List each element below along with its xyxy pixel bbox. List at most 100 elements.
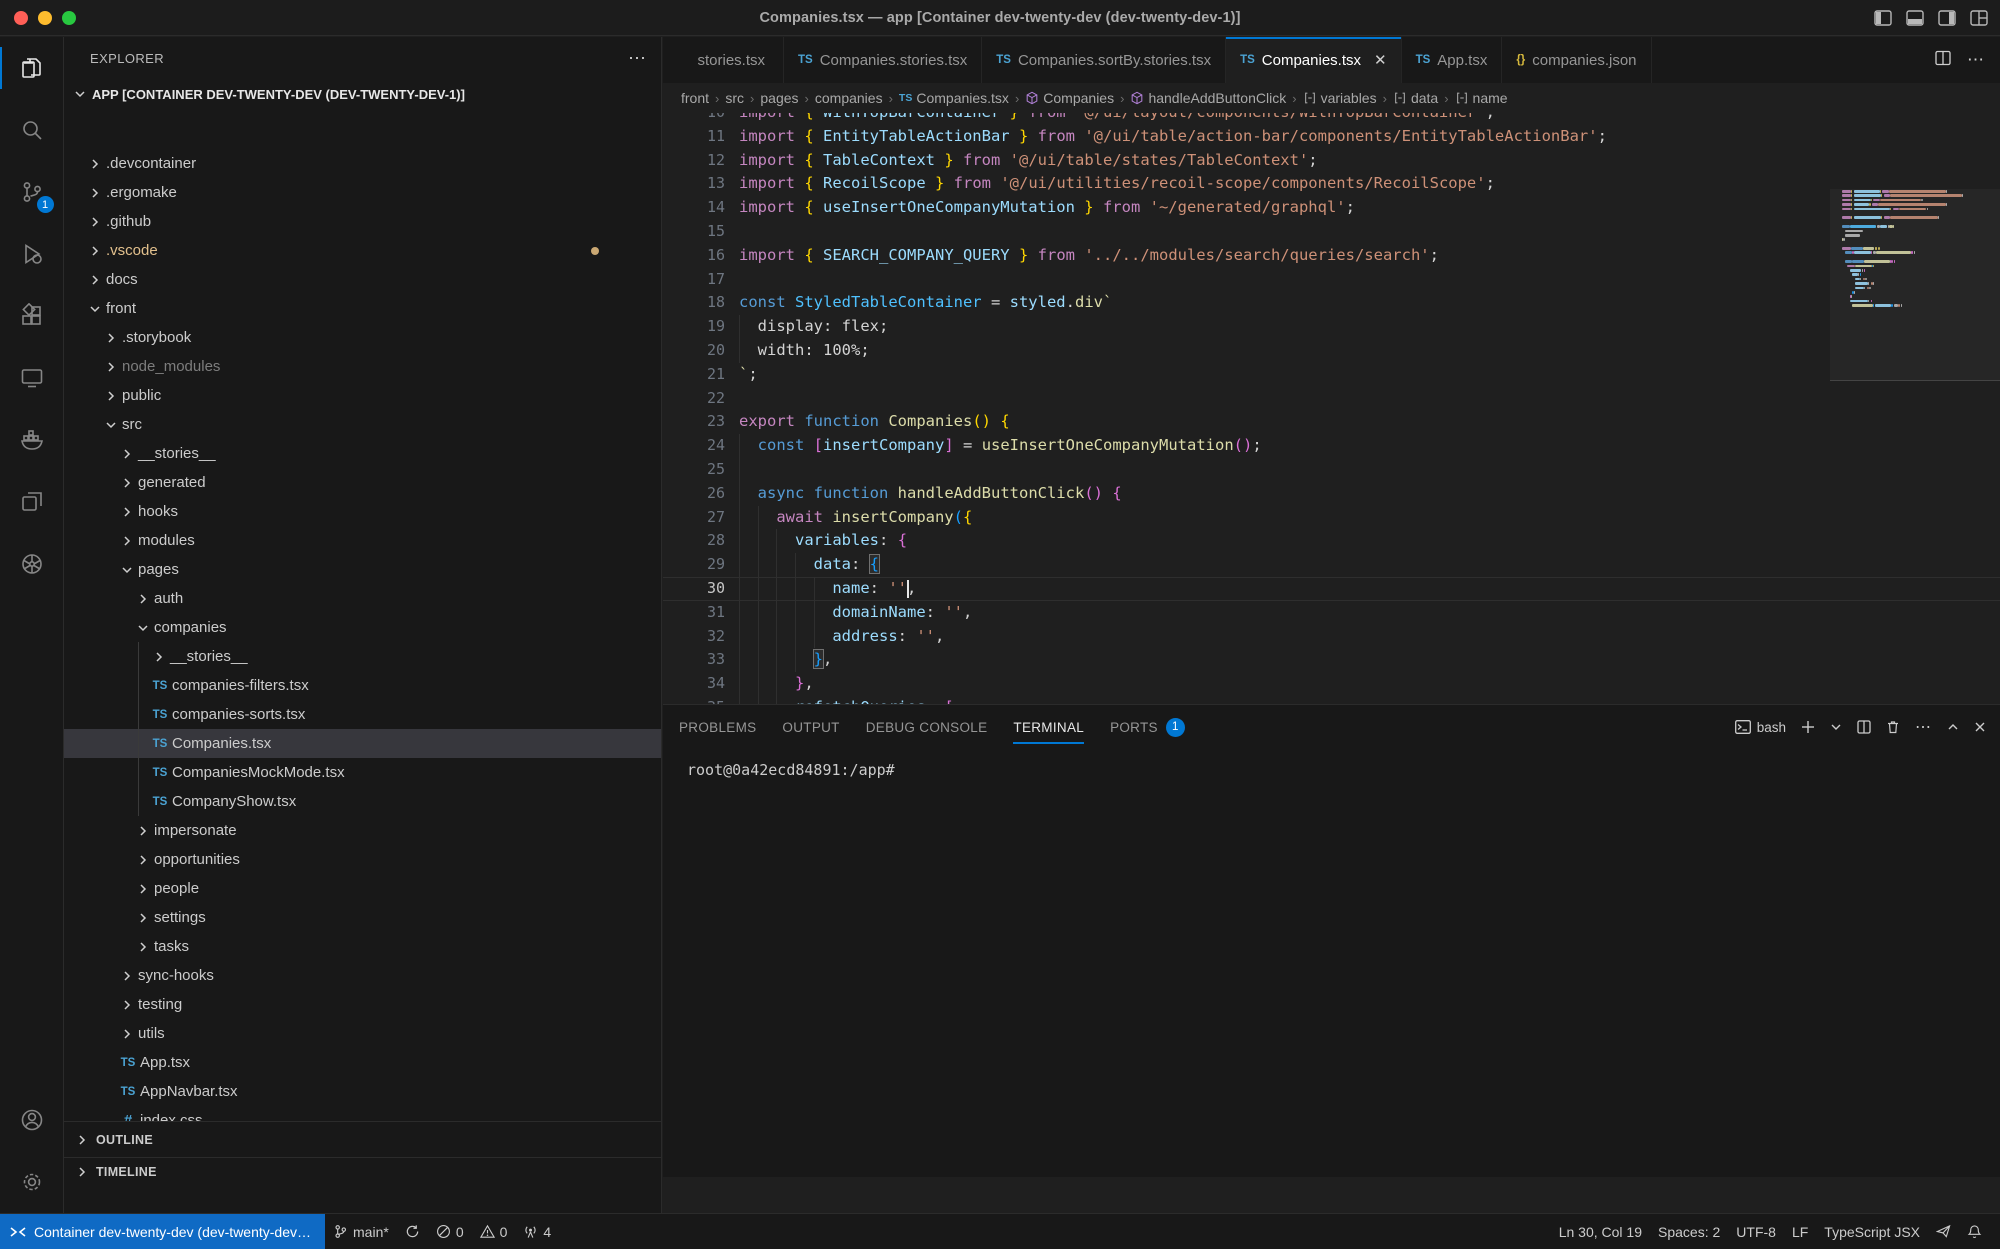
panel-tab-debug-console[interactable]: DEBUG CONSOLE — [866, 705, 988, 749]
tree-item-.ergomake[interactable]: .ergomake — [64, 178, 661, 207]
tree-item-index.css[interactable]: #index.css — [64, 1106, 661, 1121]
sidebar-section-timeline[interactable]: TIMELINE — [64, 1157, 661, 1185]
line-number[interactable]: 15 — [663, 220, 725, 244]
accounts-icon[interactable] — [0, 1089, 64, 1151]
split-editor-icon[interactable] — [1935, 50, 1951, 71]
line-number[interactable]: 33 — [663, 648, 725, 672]
status-git-sync[interactable] — [397, 1214, 428, 1249]
code-line-25[interactable]: 25 — [663, 458, 2000, 482]
code-line-23[interactable]: 23export function Companies() { — [663, 410, 2000, 434]
line-number[interactable]: 14 — [663, 196, 725, 220]
line-number[interactable]: 25 — [663, 458, 725, 482]
tree-item--stories-[interactable]: __stories__ — [64, 439, 661, 468]
code-line-10[interactable]: 10import { WithTopBarContainer } from '@… — [663, 113, 2000, 125]
tree-item-companies-filters.tsx[interactable]: TScompanies-filters.tsx — [64, 671, 661, 700]
tab-companies.stories.tsx[interactable]: TSCompanies.stories.tsx — [784, 37, 982, 83]
tree-item-public[interactable]: public — [64, 381, 661, 410]
tree-item-appnavbar.tsx[interactable]: TSAppNavbar.tsx — [64, 1077, 661, 1106]
code-line-12[interactable]: 12import { TableContext } from '@/ui/tab… — [663, 149, 2000, 173]
breadcrumb-item-data[interactable]: data — [1393, 90, 1438, 106]
kubernetes-icon[interactable] — [0, 533, 64, 595]
close-panel-icon[interactable] — [1974, 721, 1986, 733]
tree-item-companies.tsx[interactable]: TSCompanies.tsx — [64, 729, 661, 758]
minimap-slider[interactable] — [1830, 189, 2000, 381]
dev-containers-icon[interactable] — [0, 471, 64, 533]
toggle-panel-icon[interactable] — [1906, 10, 1924, 26]
tab-companies.json[interactable]: {}companies.json — [1502, 37, 1651, 83]
code-line-29[interactable]: 29 data: { — [663, 553, 2000, 577]
panel-more-actions-icon[interactable]: ⋯ — [1915, 717, 1932, 737]
line-number[interactable]: 27 — [663, 506, 725, 530]
tree-item-opportunities[interactable]: opportunities — [64, 845, 661, 874]
tree-item-impersonate[interactable]: impersonate — [64, 816, 661, 845]
workspace-section-header[interactable]: APP [CONTAINER DEV-TWENTY-DEV (DEV-TWENT… — [64, 79, 661, 109]
extensions-icon[interactable] — [0, 285, 64, 347]
line-number[interactable]: 18 — [663, 291, 725, 315]
tree-item-testing[interactable]: testing — [64, 990, 661, 1019]
zoom-window-button[interactable] — [62, 11, 76, 25]
terminal-dropdown-icon[interactable] — [1830, 721, 1842, 733]
code-line-20[interactable]: 20 width: 100%; — [663, 339, 2000, 363]
line-number[interactable]: 13 — [663, 172, 725, 196]
explorer-icon[interactable] — [0, 37, 64, 99]
line-number[interactable]: 10 — [663, 113, 725, 125]
line-number[interactable]: 21 — [663, 363, 725, 387]
line-number[interactable]: 16 — [663, 244, 725, 268]
line-number[interactable]: 24 — [663, 434, 725, 458]
tree-item-auth[interactable]: auth — [64, 584, 661, 613]
tree-item-modules[interactable]: modules — [64, 526, 661, 555]
explorer-more-actions-icon[interactable]: ⋯ — [628, 48, 647, 69]
breadcrumb-item-src[interactable]: src — [725, 90, 744, 106]
run-and-debug-icon[interactable] — [0, 223, 64, 285]
toggle-secondary-sidebar-icon[interactable] — [1938, 10, 1956, 26]
breadcrumb-item-companies[interactable]: Companies — [1025, 90, 1114, 106]
code-line-18[interactable]: 18const StyledTableContainer = styled.di… — [663, 291, 2000, 315]
tab-companies.tsx[interactable]: TSCompanies.tsx✕ — [1226, 37, 1402, 83]
code-line-31[interactable]: 31 domainName: '', — [663, 601, 2000, 625]
panel-tab-ports[interactable]: PORTS1 — [1110, 705, 1185, 749]
tree-item-src[interactable]: src — [64, 410, 661, 439]
line-number[interactable]: 19 — [663, 315, 725, 339]
tab-stories.tsx[interactable]: stories.tsx — [663, 37, 784, 83]
code-line-11[interactable]: 11import { EntityTableActionBar } from '… — [663, 125, 2000, 149]
search-icon[interactable] — [0, 99, 64, 161]
minimize-window-button[interactable] — [38, 11, 52, 25]
tree-item-sync-hooks[interactable]: sync-hooks — [64, 961, 661, 990]
breadcrumb-item-variables[interactable]: variables — [1303, 90, 1377, 106]
breadcrumb-item-pages[interactable]: pages — [760, 90, 798, 106]
tree-item-hooks[interactable]: hooks — [64, 497, 661, 526]
line-number[interactable]: 29 — [663, 553, 725, 577]
tree-item-generated[interactable]: generated — [64, 468, 661, 497]
tree-item-companyshow.tsx[interactable]: TSCompanyShow.tsx — [64, 787, 661, 816]
maximize-panel-icon[interactable] — [1947, 721, 1959, 733]
docker-icon[interactable] — [0, 409, 64, 471]
editor-more-actions-icon[interactable]: ⋯ — [1967, 50, 1984, 70]
breadcrumb-item-companies[interactable]: companies — [815, 90, 883, 106]
code-line-30[interactable]: 30 name: '', — [663, 577, 2000, 601]
remote-indicator[interactable]: Container dev-twenty-dev (dev-twenty-dev… — [0, 1214, 325, 1249]
code-line-19[interactable]: 19 display: flex; — [663, 315, 2000, 339]
status-errors[interactable]: 0 — [428, 1214, 472, 1249]
tree-item-utils[interactable]: utils — [64, 1019, 661, 1048]
toggle-sidebar-icon[interactable] — [1874, 10, 1892, 26]
source-control-icon[interactable]: 1 — [0, 161, 64, 223]
panel-tab-problems[interactable]: PROBLEMS — [679, 705, 756, 749]
line-number[interactable]: 31 — [663, 601, 725, 625]
tree-item-app.tsx[interactable]: TSApp.tsx — [64, 1048, 661, 1077]
breadcrumb-item-front[interactable]: front — [681, 90, 709, 106]
sidebar-section-outline[interactable]: OUTLINE — [64, 1121, 661, 1157]
tree-item-settings[interactable]: settings — [64, 903, 661, 932]
breadcrumb-item-name[interactable]: name — [1455, 90, 1508, 106]
panel-tab-output[interactable]: OUTPUT — [782, 705, 839, 749]
status-encoding[interactable]: UTF-8 — [1728, 1214, 1784, 1249]
code-line-33[interactable]: 33 }, — [663, 648, 2000, 672]
line-number[interactable]: 26 — [663, 482, 725, 506]
tree-item-.devcontainer[interactable]: .devcontainer — [64, 149, 661, 178]
line-number[interactable]: 22 — [663, 387, 725, 411]
code-line-13[interactable]: 13import { RecoilScope } from '@/ui/util… — [663, 172, 2000, 196]
code-editor[interactable]: 10import { WithTopBarContainer } from '@… — [663, 113, 2000, 740]
line-number[interactable]: 30 — [663, 577, 725, 601]
tree-item-docs[interactable]: docs — [64, 265, 661, 294]
close-window-button[interactable] — [14, 11, 28, 25]
code-line-28[interactable]: 28 variables: { — [663, 529, 2000, 553]
